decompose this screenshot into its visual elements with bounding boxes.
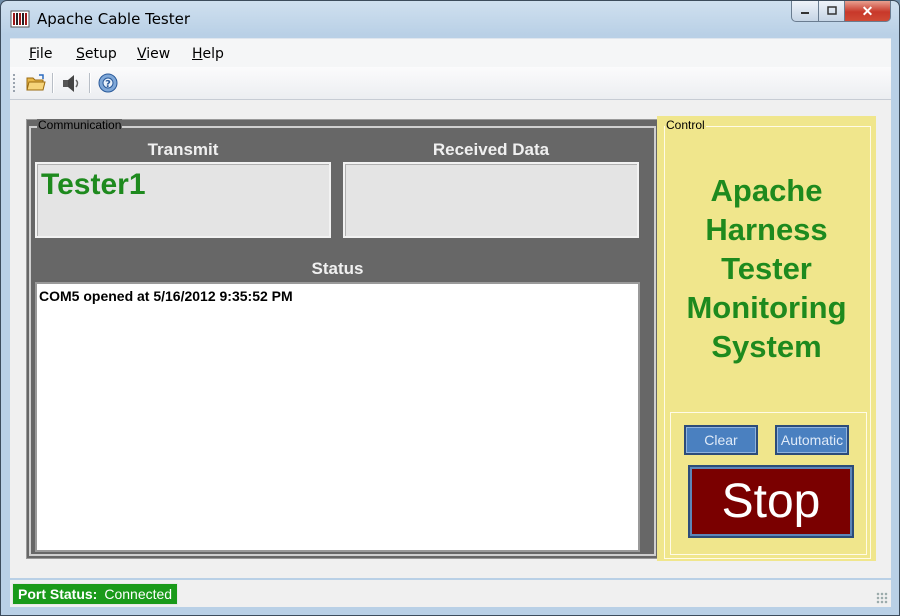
toolbar-separator <box>52 73 54 93</box>
app-icon <box>10 10 30 28</box>
transmit-label: Transmit <box>147 140 219 159</box>
control-buttons: Clear Automatic Stop <box>670 412 867 555</box>
received-data-label: Received Data <box>432 140 550 159</box>
toolbar-separator <box>89 73 91 93</box>
transmit-field[interactable]: Tester1 <box>35 162 331 238</box>
minimize-button[interactable] <box>791 1 819 22</box>
transmit-value: Tester1 <box>41 168 146 201</box>
brand-text: Apache Harness Tester Monitoring System <box>686 173 847 364</box>
status-label: Status <box>311 259 364 278</box>
svg-text:?: ? <box>105 79 111 90</box>
status-line: COM5 opened at 5/16/2012 9:35:52 PM <box>39 288 293 304</box>
help-icon[interactable]: ? <box>97 72 119 94</box>
menu-help[interactable]: Help <box>192 46 224 62</box>
close-button[interactable]: ✕ <box>845 1 891 22</box>
port-status-value: Connected <box>104 586 173 602</box>
close-icon: ✕ <box>861 2 874 19</box>
app-window: Apache Cable Tester ✕ File Setup View He… <box>0 0 900 616</box>
control-panel: Control Apache Harness Tester Monitoring… <box>657 116 876 561</box>
minimize-icon <box>801 12 809 14</box>
stop-button[interactable]: Stop <box>688 465 854 538</box>
received-data-field[interactable] <box>343 162 639 238</box>
title-bar[interactable]: Apache Cable Tester ✕ <box>1 1 899 37</box>
toolbar: ? <box>10 67 891 100</box>
clear-button[interactable]: Clear <box>684 425 758 455</box>
communication-group: Communication Transmit Tester1 Received … <box>26 119 659 559</box>
menu-view[interactable]: View <box>137 46 170 62</box>
status-log[interactable]: COM5 opened at 5/16/2012 9:35:52 PM <box>35 282 640 552</box>
maximize-button[interactable] <box>819 1 845 22</box>
menu-bar: File Setup View Help <box>10 38 891 67</box>
port-status-badge: Port Status: Connected <box>12 583 179 605</box>
menu-setup[interactable]: Setup <box>76 46 117 62</box>
main-area: Communication Transmit Tester1 Received … <box>10 100 891 578</box>
status-bar: Port Status: Connected <box>10 580 891 607</box>
speaker-icon[interactable] <box>60 72 82 94</box>
control-legend: Control <box>665 118 706 132</box>
communication-legend: Communication <box>37 118 123 132</box>
window-title: Apache Cable Tester <box>37 10 191 28</box>
menu-file[interactable]: File <box>29 46 52 62</box>
maximize-icon <box>826 6 837 15</box>
automatic-button[interactable]: Automatic <box>775 425 849 455</box>
resize-grip[interactable] <box>876 592 888 604</box>
port-status-label: Port Status: <box>18 586 98 602</box>
toolbar-grip[interactable] <box>13 74 18 92</box>
open-folder-icon[interactable] <box>25 72 47 94</box>
